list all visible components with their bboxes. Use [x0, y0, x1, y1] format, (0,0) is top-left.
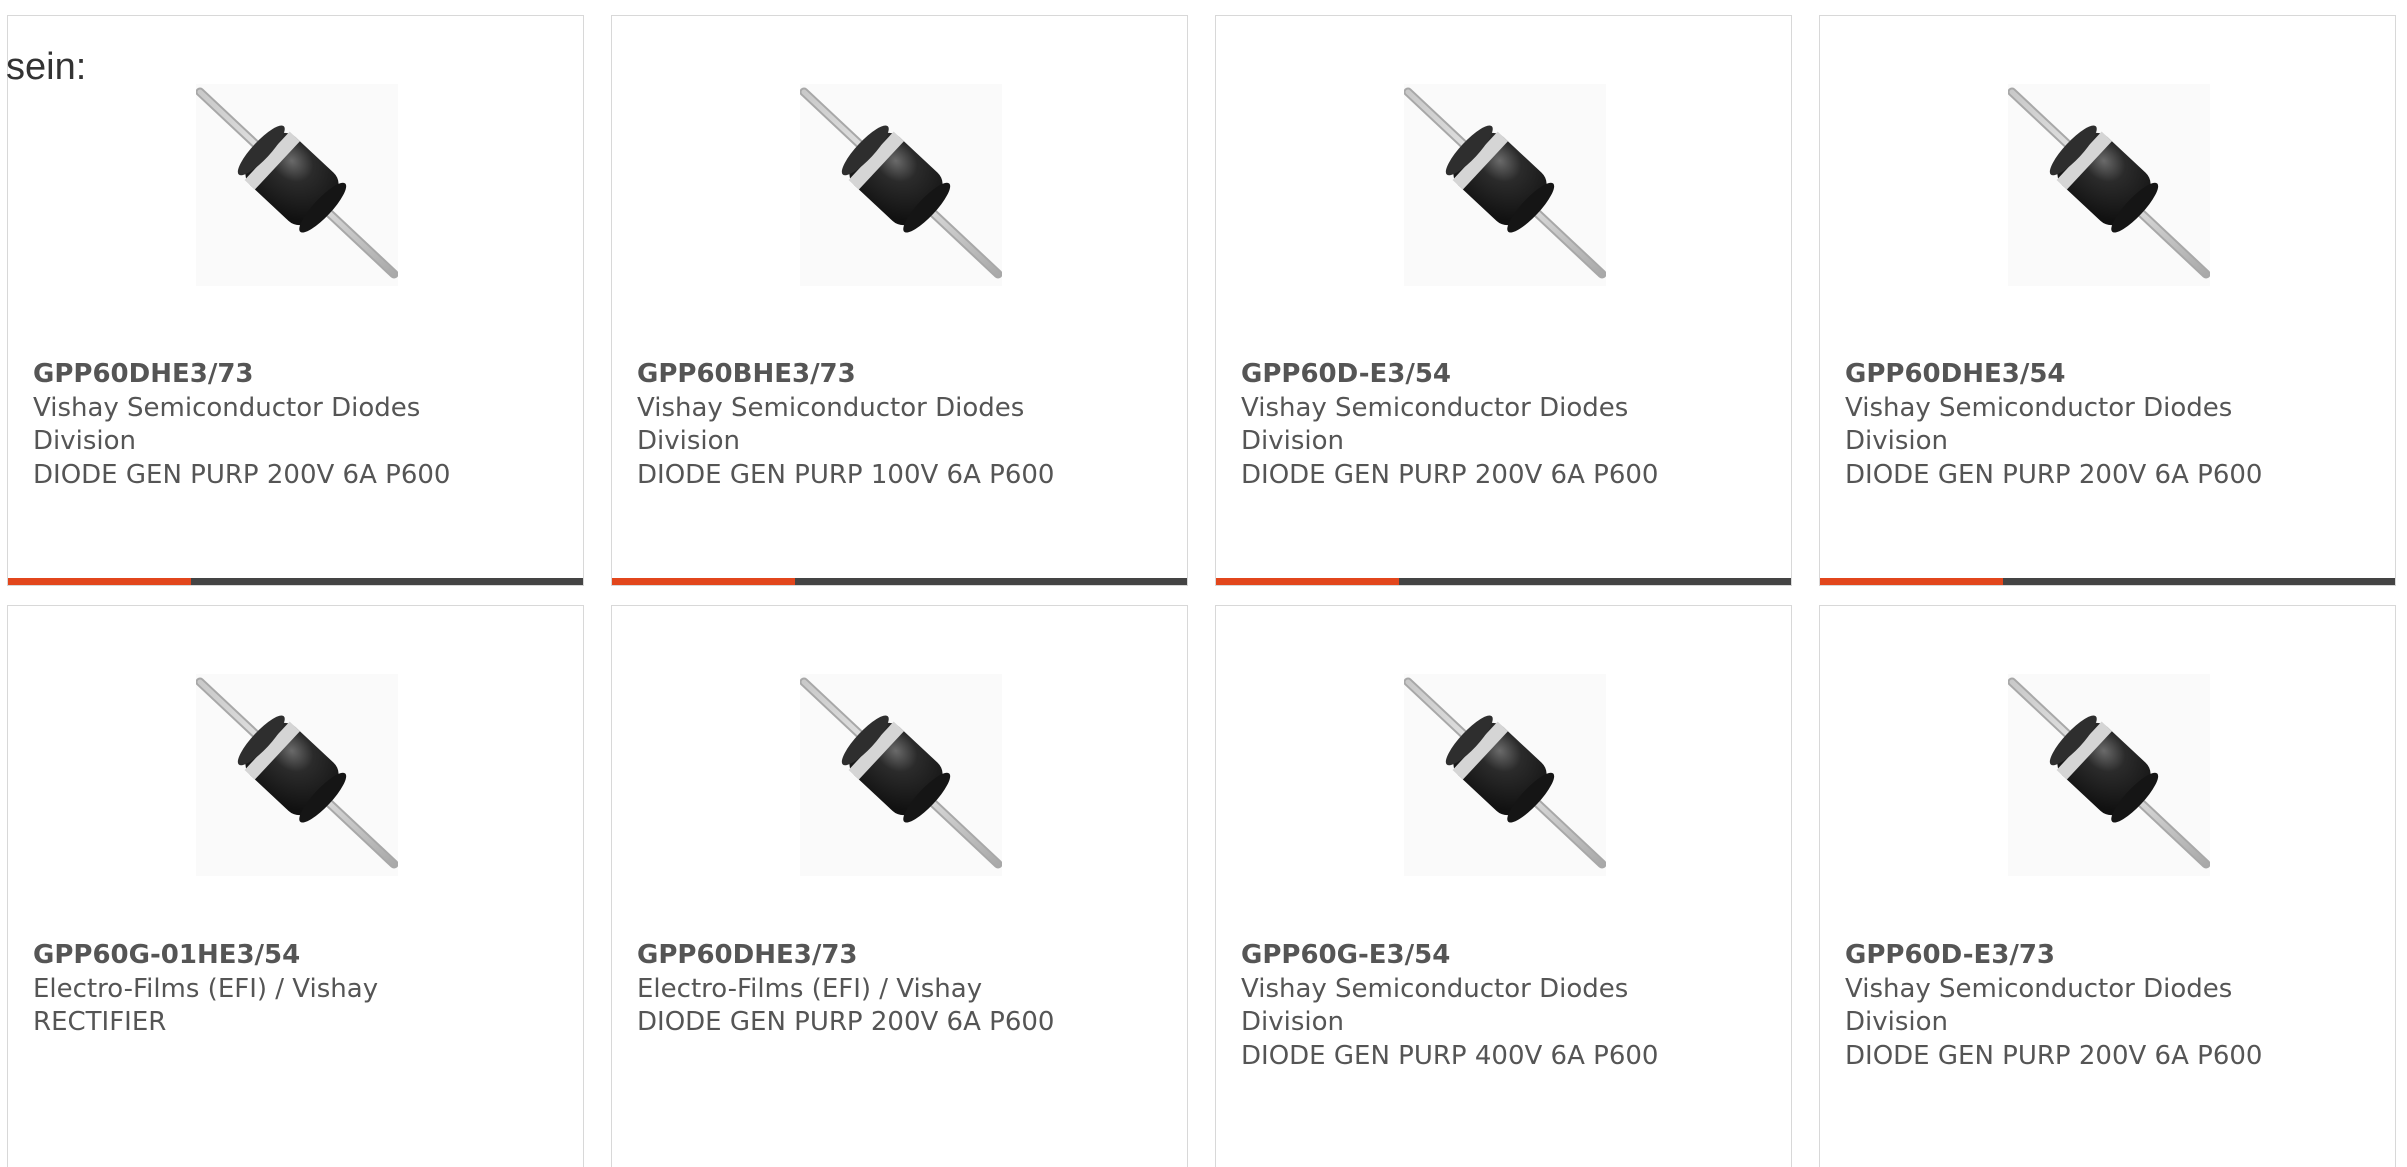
axial-diode-icon[interactable] [2008, 674, 2210, 876]
manufacturer: Vishay Semiconductor Diodes Division [637, 392, 1025, 457]
product-card[interactable]: GPP60DHE3/73 Electro-Films (EFI) / Visha… [611, 605, 1188, 1167]
product-description: DIODE GEN PURP 200V 6A P600 [33, 459, 451, 490]
axial-diode-icon[interactable] [1404, 84, 1606, 286]
product-card[interactable]: GPP60D-E3/73 Vishay Semiconductor Diodes… [1819, 605, 2396, 1167]
product-description: DIODE GEN PURP 200V 6A P600 [1845, 1040, 2263, 1071]
product-card[interactable]: GPP60D-E3/54 Vishay Semiconductor Diodes… [1215, 15, 1792, 586]
axial-diode-icon[interactable] [196, 674, 398, 876]
part-number-link[interactable]: GPP60G-E3/54 [1241, 939, 1741, 973]
product-info: GPP60BHE3/73 Vishay Semiconductor Diodes… [637, 358, 1137, 492]
part-number-link[interactable]: GPP60D-E3/73 [1845, 939, 2345, 973]
product-info: GPP60DHE3/73 Electro-Films (EFI) / Visha… [637, 939, 1137, 1040]
part-number-link[interactable]: GPP60DHE3/54 [1845, 358, 2345, 392]
manufacturer: Vishay Semiconductor Diodes Division [1241, 392, 1629, 457]
part-number-link[interactable]: GPP60G-01HE3/54 [33, 939, 533, 973]
product-description: DIODE GEN PURP 400V 6A P600 [1241, 1040, 1659, 1071]
axial-diode-icon[interactable] [196, 84, 398, 286]
card-hover-bar [8, 578, 583, 585]
card-hover-bar [1216, 578, 1791, 585]
product-info: GPP60DHE3/73 Vishay Semiconductor Diodes… [33, 358, 533, 492]
manufacturer: Electro-Films (EFI) / Vishay [33, 973, 379, 1004]
product-description: DIODE GEN PURP 200V 6A P600 [1845, 459, 2263, 490]
product-description: RECTIFIER [33, 1007, 167, 1037]
part-number-link[interactable]: GPP60BHE3/73 [637, 358, 1137, 392]
product-card[interactable]: GPP60G-E3/54 Vishay Semiconductor Diodes… [1215, 605, 1792, 1167]
manufacturer: Vishay Semiconductor Diodes Division [1845, 973, 2233, 1038]
product-info: GPP60D-E3/54 Vishay Semiconductor Diodes… [1241, 358, 1741, 492]
product-card[interactable]: GPP60G-01HE3/54 Electro-Films (EFI) / Vi… [7, 605, 584, 1167]
axial-diode-icon[interactable] [2008, 84, 2210, 286]
axial-diode-icon[interactable] [800, 84, 1002, 286]
manufacturer: Vishay Semiconductor Diodes Division [1241, 973, 1629, 1038]
product-card[interactable]: GPP60BHE3/73 Vishay Semiconductor Diodes… [611, 15, 1188, 586]
card-hover-bar [1820, 578, 2395, 585]
product-info: GPP60DHE3/54 Vishay Semiconductor Diodes… [1845, 358, 2345, 492]
intro-text: sein: [6, 46, 87, 88]
product-info: GPP60D-E3/73 Vishay Semiconductor Diodes… [1845, 939, 2345, 1073]
axial-diode-icon[interactable] [800, 674, 1002, 876]
card-accent-bar [8, 578, 191, 585]
product-info: GPP60G-01HE3/54 Electro-Films (EFI) / Vi… [33, 939, 533, 1040]
part-number-link[interactable]: GPP60DHE3/73 [637, 939, 1137, 973]
card-accent-bar [1820, 578, 2003, 585]
product-card[interactable]: GPP60DHE3/73 Vishay Semiconductor Diodes… [7, 15, 584, 586]
product-description: DIODE GEN PURP 200V 6A P600 [1241, 459, 1659, 490]
part-number-link[interactable]: GPP60D-E3/54 [1241, 358, 1741, 392]
part-number-link[interactable]: GPP60DHE3/73 [33, 358, 533, 392]
product-info: GPP60G-E3/54 Vishay Semiconductor Diodes… [1241, 939, 1741, 1073]
manufacturer: Vishay Semiconductor Diodes Division [1845, 392, 2233, 457]
product-description: DIODE GEN PURP 100V 6A P600 [637, 459, 1055, 490]
manufacturer: Electro-Films (EFI) / Vishay [637, 973, 983, 1004]
card-accent-bar [612, 578, 795, 585]
manufacturer: Vishay Semiconductor Diodes Division [33, 392, 421, 457]
product-card[interactable]: GPP60DHE3/54 Vishay Semiconductor Diodes… [1819, 15, 2396, 586]
axial-diode-icon[interactable] [1404, 674, 1606, 876]
card-accent-bar [1216, 578, 1399, 585]
card-hover-bar [612, 578, 1187, 585]
product-description: DIODE GEN PURP 200V 6A P600 [637, 1007, 1055, 1037]
product-grid-page: sein: GPP60DHE3/73 Vishay Semiconductor … [0, 0, 2407, 1167]
